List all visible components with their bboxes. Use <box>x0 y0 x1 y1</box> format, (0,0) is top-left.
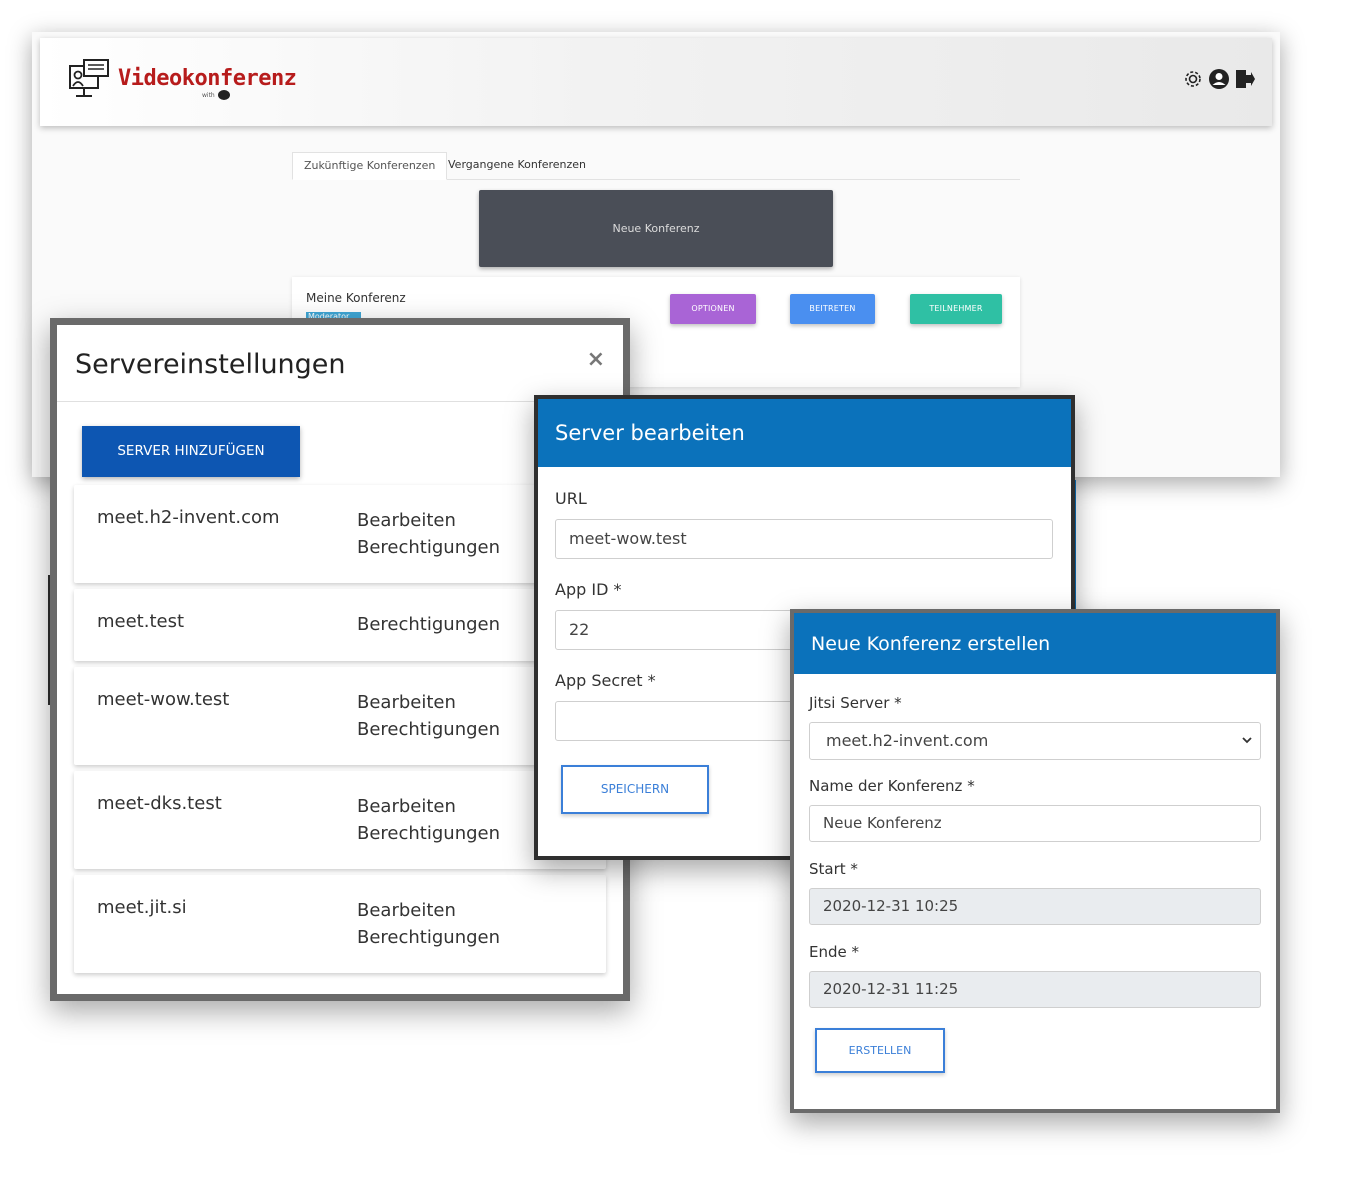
permissions-link[interactable]: Berechtigungen <box>357 534 500 561</box>
edit-link[interactable]: Bearbeiten <box>357 689 500 716</box>
create-button[interactable]: ERSTELLEN <box>815 1028 945 1073</box>
user-icon[interactable] <box>1208 68 1230 90</box>
permissions-link[interactable]: Berechtigungen <box>357 716 500 743</box>
conference-tabs: Zukünftige Konferenzen Vergangene Konfer… <box>292 152 1020 180</box>
url-label: URL <box>555 489 587 508</box>
logout-icon[interactable] <box>1234 68 1256 90</box>
end-input[interactable]: 2020-12-31 11:25 <box>809 971 1261 1008</box>
modal-header: Neue Konferenz erstellen <box>794 613 1276 674</box>
modal-title: Server bearbeiten <box>555 421 745 445</box>
url-input[interactable]: meet-wow.test <box>555 519 1053 559</box>
server-list-item: meet.jit.si Bearbeiten Berechtigungen <box>74 875 606 973</box>
modal-title: Servereinstellungen <box>75 349 346 380</box>
server-list-item: meet.test Berechtigungen <box>74 589 606 661</box>
brand-logo[interactable]: Videokonferenz with <box>68 56 298 106</box>
server-url: meet-wow.test <box>97 689 230 710</box>
permissions-link[interactable]: Berechtigungen <box>357 611 500 638</box>
start-label: Start * <box>809 860 858 878</box>
close-icon[interactable]: × <box>587 347 605 372</box>
modal-title: Neue Konferenz erstellen <box>811 633 1051 655</box>
conference-name-label: Name der Konferenz * <box>809 777 975 795</box>
start-input[interactable]: 2020-12-31 10:25 <box>809 888 1261 925</box>
add-server-button[interactable]: SERVER HINZUFÜGEN <box>82 426 300 477</box>
server-url: meet-dks.test <box>97 793 222 814</box>
edit-link[interactable]: Bearbeiten <box>357 897 500 924</box>
conference-title: Meine Konferenz <box>306 291 406 305</box>
server-list-item: meet-wow.test Bearbeiten Berechtigungen <box>74 667 606 765</box>
selected-server: meet.h2-invent.com <box>826 731 989 750</box>
gear-icon[interactable] <box>1182 68 1204 90</box>
jitsi-server-label: Jitsi Server * <box>809 694 902 712</box>
participants-button[interactable]: TEILNEHMER <box>910 294 1002 324</box>
edit-link[interactable]: Bearbeiten <box>357 793 500 820</box>
brand-subtitle: with <box>202 92 215 99</box>
app-id-label: App ID * <box>555 580 622 599</box>
options-button[interactable]: OPTIONEN <box>670 294 756 324</box>
modal-header: Server bearbeiten <box>538 399 1071 467</box>
brand-sub-logo-icon <box>218 90 230 100</box>
app-secret-label: App Secret * <box>555 671 656 690</box>
new-conference-modal: Neue Konferenz erstellen Jitsi Server * … <box>790 609 1280 1113</box>
permissions-link[interactable]: Berechtigungen <box>357 924 500 951</box>
join-button[interactable]: BEITRETEN <box>790 294 875 324</box>
header-actions <box>1182 68 1256 90</box>
server-url: meet.test <box>97 611 185 632</box>
server-list-item: meet.h2-invent.com Bearbeiten Berechtigu… <box>74 485 606 583</box>
chevron-down-icon <box>1242 737 1252 744</box>
tab-past-conferences[interactable]: Vergangene Konferenzen <box>437 152 597 180</box>
edit-link[interactable]: Bearbeiten <box>357 507 500 534</box>
videoconference-logo-icon <box>69 59 109 97</box>
brand-name: Videokonferenz <box>118 66 297 91</box>
server-url: meet.jit.si <box>97 897 187 918</box>
conference-name-input[interactable]: Neue Konferenz <box>809 805 1261 842</box>
permissions-link[interactable]: Berechtigungen <box>357 820 500 847</box>
tab-upcoming-conferences[interactable]: Zukünftige Konferenzen <box>292 152 448 180</box>
end-label: Ende * <box>809 943 860 961</box>
new-conference-button[interactable]: Neue Konferenz <box>479 190 833 267</box>
server-url: meet.h2-invent.com <box>97 507 280 528</box>
save-button[interactable]: SPEICHERN <box>561 765 709 814</box>
server-list-item: meet-dks.test Bearbeiten Berechtigungen <box>74 771 606 869</box>
app-header: Videokonferenz with <box>40 38 1272 126</box>
jitsi-server-select[interactable]: meet.h2-invent.com <box>809 722 1261 760</box>
